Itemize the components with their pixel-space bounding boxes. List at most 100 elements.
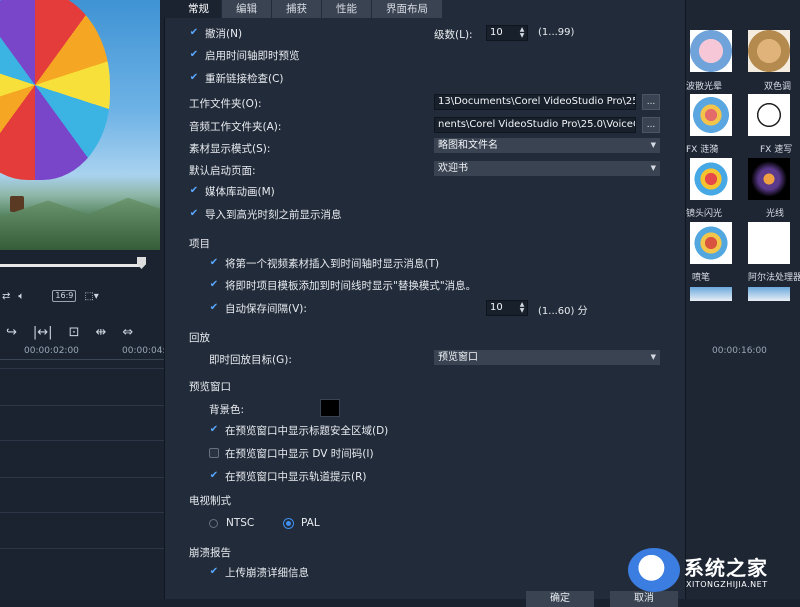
working-folder-field[interactable]: 13\Documents\Corel VideoStudio Pro\25.0\ — [434, 94, 636, 110]
instant-preview-checkbox[interactable]: 启用时间轴即时预览 — [189, 47, 300, 63]
track-divider — [0, 440, 164, 441]
audio-folder-label: 音频工作文件夹(A): — [189, 119, 281, 134]
volume-icon[interactable]: 🔈︎ — [18, 291, 24, 302]
checkbox-label: 在预览窗口中显示标题安全区域(D) — [225, 423, 388, 438]
checkbox-label: 重新链接检查(C) — [205, 71, 284, 86]
tab-ui-layout[interactable]: 界面布局 — [372, 0, 443, 18]
tab-capture[interactable]: 捕获 — [272, 0, 322, 18]
effect-label: 阿尔法处理器 — [748, 270, 800, 283]
checkbox-checked[interactable] — [189, 186, 199, 196]
checkbox-label: 撤消(N) — [205, 26, 242, 41]
repeat-icon[interactable]: ⇄ — [2, 291, 10, 302]
tab-performance[interactable]: 性能 — [322, 0, 372, 18]
effect-thumbnail[interactable] — [748, 30, 790, 72]
checkbox-checked[interactable] — [189, 209, 199, 219]
ntsc-radio[interactable]: NTSC — [209, 515, 254, 531]
dv-timecode-checkbox[interactable]: 在预览窗口中显示 DV 时间码(I) — [209, 445, 374, 461]
checkbox-label: 启用时间轴即时预览 — [205, 48, 300, 63]
autosave-range: (1...60) 分 — [538, 302, 588, 317]
checkbox-unchecked[interactable] — [209, 448, 219, 458]
autosave-checkbox[interactable]: 自动保存间隔(V): — [209, 300, 307, 316]
working-folder-label: 工作文件夹(O): — [189, 96, 262, 111]
browse-working-folder-button[interactable]: ... — [642, 94, 660, 110]
preview-scrubber-bar[interactable] — [0, 264, 142, 267]
spinner-arrows-icon[interactable]: ▲▼ — [518, 27, 526, 39]
checkbox-checked[interactable] — [209, 567, 219, 577]
arrow-icon[interactable]: ↪ — [6, 325, 17, 340]
default-page-select[interactable]: 欢迎书 ▼ — [434, 161, 660, 176]
ok-button[interactable]: 确定 — [526, 591, 594, 607]
undo-levels-spinner[interactable]: 10 ▲▼ — [486, 25, 528, 41]
watermark-logo-icon — [628, 548, 680, 592]
track-hint-checkbox[interactable]: 在预览窗口中显示轨道提示(R) — [209, 468, 367, 484]
chevron-down-icon: ▼ — [651, 350, 656, 365]
undo-checkbox[interactable]: 撤消(N) — [189, 25, 242, 41]
aspect-ratio-icon[interactable]: 16:9 — [52, 290, 76, 302]
effect-thumbnail[interactable] — [690, 222, 732, 264]
tv-system-section-title: 电视制式 — [189, 493, 231, 508]
effect-label: FX 速写 — [760, 142, 792, 155]
tab-edit[interactable]: 编辑 — [222, 0, 272, 18]
bg-color-swatch[interactable] — [320, 399, 340, 417]
checkbox-label: 在预览窗口中显示 DV 时间码(I) — [225, 446, 374, 461]
relink-checkbox[interactable]: 重新链接检查(C) — [189, 70, 284, 86]
crop-icon[interactable]: ⬚▾ — [84, 291, 98, 302]
project-section-title: 项目 — [189, 236, 210, 251]
effect-label: 镜头闪光 — [686, 206, 722, 219]
radio-selected[interactable] — [286, 521, 291, 526]
safe-area-checkbox[interactable]: 在预览窗口中显示标题安全区域(D) — [209, 422, 388, 438]
spinner-arrows-icon[interactable]: ▲▼ — [518, 302, 526, 314]
audio-folder-field[interactable]: nents\Corel VideoStudio Pro\25.0\VoiceOv… — [434, 117, 636, 133]
split-icon[interactable]: ⇹ — [95, 325, 106, 340]
frame-icon[interactable]: ⊡ — [69, 325, 80, 340]
effect-thumbnail[interactable] — [690, 94, 732, 136]
effect-label: 光线 — [766, 206, 784, 219]
checkbox-checked[interactable] — [189, 73, 199, 83]
effect-thumbnail[interactable] — [748, 222, 790, 264]
checkbox-label: 将即时项目模板添加到时间线时显示"替换模式"消息。 — [225, 278, 476, 293]
highlight-message-checkbox[interactable]: 导入到高光时刻之前显示消息 — [189, 206, 342, 222]
checkbox-checked[interactable] — [209, 280, 219, 290]
mountain-image — [0, 195, 160, 250]
pal-radio[interactable]: PAL — [284, 515, 320, 531]
insert-message-checkbox[interactable]: 将第一个视频素材插入到时间轴时显示消息(T) — [209, 255, 439, 271]
fit-width-icon[interactable]: |↔| — [33, 325, 53, 340]
library-animation-checkbox[interactable]: 媒体库动画(M) — [189, 183, 275, 199]
timeline-tools: ↪ |↔| ⊡ ⇹ ⇔ — [0, 322, 164, 342]
radio-unselected[interactable] — [209, 519, 218, 528]
checkbox-checked[interactable] — [189, 28, 199, 38]
upload-crash-checkbox[interactable]: 上传崩溃详细信息 — [209, 564, 309, 580]
checkbox-label: 自动保存间隔(V): — [225, 301, 307, 316]
effect-thumbnail[interactable] — [748, 158, 790, 200]
tab-general[interactable]: 常规 — [164, 0, 222, 18]
checkbox-checked[interactable] — [209, 425, 219, 435]
preview-window-section-title: 预览窗口 — [189, 379, 231, 394]
checkbox-label: 在预览窗口中显示轨道提示(R) — [225, 469, 367, 484]
effects-library-panel: 波散光晕 双色调 FX 涟漪 FX 速写 镜头闪光 光线 喷笔 阿尔法处理器 — [686, 0, 800, 599]
effect-thumbnail[interactable] — [690, 30, 732, 72]
checkbox-checked[interactable] — [209, 303, 219, 313]
playback-target-select[interactable]: 预览窗口 ▼ — [434, 350, 660, 365]
move-icon[interactable]: ⇔ — [122, 325, 133, 340]
track-divider — [0, 368, 164, 369]
browse-audio-folder-button[interactable]: ... — [642, 117, 660, 133]
replace-message-checkbox[interactable]: 将即时项目模板添加到时间线时显示"替换模式"消息。 — [209, 277, 476, 293]
effect-thumbnail[interactable] — [748, 287, 790, 301]
playback-section-title: 回放 — [189, 330, 210, 345]
checkbox-checked[interactable] — [209, 471, 219, 481]
effect-thumbnail[interactable] — [748, 94, 790, 136]
watermark-name: 系统之家 — [684, 552, 768, 581]
checkbox-checked[interactable] — [189, 50, 199, 60]
effect-label: 双色调 — [764, 79, 791, 92]
effect-thumbnail[interactable] — [690, 287, 732, 301]
track-divider — [0, 512, 164, 513]
track-divider — [0, 477, 164, 478]
timeline-tick-right: 00:00:16:00 — [686, 344, 800, 356]
checkbox-label: 将第一个视频素材插入到时间轴时显示消息(T) — [225, 256, 439, 271]
autosave-interval-spinner[interactable]: 10 ▲▼ — [486, 300, 528, 316]
clip-display-select[interactable]: 略图和文件名 ▼ — [434, 138, 660, 153]
effect-label: 波散光晕 — [686, 79, 722, 92]
checkbox-checked[interactable] — [209, 258, 219, 268]
crash-report-section-title: 崩溃报告 — [189, 545, 231, 560]
effect-thumbnail[interactable] — [690, 158, 732, 200]
